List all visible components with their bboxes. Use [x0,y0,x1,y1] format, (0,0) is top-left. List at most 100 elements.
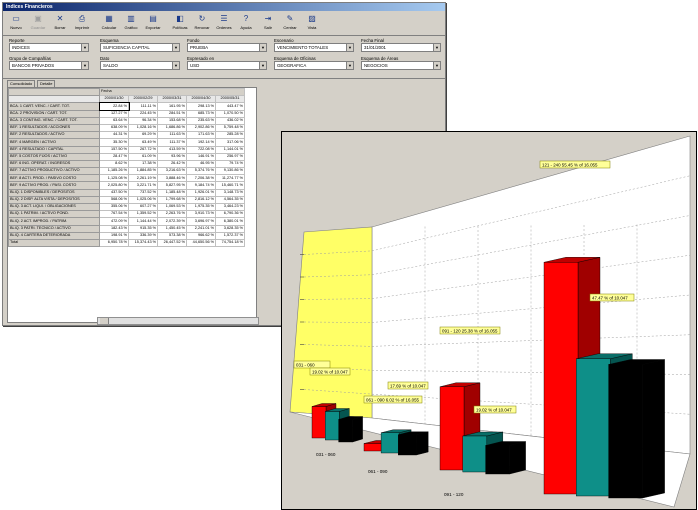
table-row[interactable]: BEF. 5 COSTOS FIJOS / ACTIVO 28.47 % 61.09… [8,152,245,161]
exportar-button[interactable]: ▤ Exportar [142,13,164,33]
calcular-button[interactable]: ▦ Calcular [98,13,120,33]
grid-cell[interactable]: 96.34 % [128,116,158,125]
renovar-button[interactable]: ↻ Renovar [191,13,213,33]
grid-cell[interactable]: 44.31 % [99,131,129,140]
borrar-button[interactable]: ✕ Borrar [49,13,71,33]
chevron-down-icon[interactable]: ▼ [172,44,179,51]
reporte-field[interactable]: Reporte INDICES ▼ [9,38,89,52]
grid-cell[interactable]: 111.11 % [128,102,158,111]
grid-row-label[interactable]: BEF. 4 MARGEN / ACTIVO [8,138,100,147]
esquema-area-field[interactable]: Esquema de Áreas NEGOCIOS ▼ [361,56,441,70]
expresado-field[interactable]: Expresado en USD ▼ [187,56,267,70]
grid-cell[interactable]: 1,686.86 % [157,123,187,133]
grid-cell[interactable]: 2,261.19 % [128,174,158,183]
grid-row-label[interactable]: BEF. 2 RESULTADOS / ACTIVO [8,131,100,140]
grid-cell[interactable]: 1,069.53 % [157,202,187,212]
grid-cell[interactable]: 146.91 % [186,152,216,161]
grid-row-label[interactable]: BLIQ. 1 DISPONIBLES / DEPOSITOS [8,188,100,197]
imprimir-button[interactable]: ⎙ Imprimir [71,13,93,33]
chevron-down-icon[interactable]: ▼ [433,62,440,69]
grupo-field[interactable]: Grupo de Compañías BANCOS PRIVADOS ▼ [9,56,89,70]
grid-cell[interactable]: 63.64 % [99,116,129,125]
table-row[interactable]: BEF. 8 ACTI. PROD. / PASIVO COSTO 1,125.0… [8,174,245,183]
grid-cell[interactable]: 111.37 % [157,138,187,147]
grid-cell[interactable]: 437.50 % [99,188,129,197]
grid-cell[interactable]: 26.42 % [157,159,187,169]
grid-cell[interactable]: 298.13 % [186,102,216,111]
grid-cell[interactable]: 3,148.73 % [215,188,245,197]
table-row[interactable]: BEF. 9 ACTIVO PROD. / PASI. COSTO 2,025.8… [8,181,245,190]
grid-column-header[interactable]: 2000/05/31 [215,95,245,104]
grid-cell[interactable]: 17.38 % [128,159,158,169]
table-row[interactable]: BEF. 1 RESULTADOS / ACCIONES 638.09 % 1,02… [8,123,245,133]
chevron-down-icon[interactable]: ▼ [259,44,266,51]
grid-cell[interactable]: 413.59 % [157,145,187,154]
grid-row-label[interactable]: BEF. 1 RESULTADOS / ACCIONES [8,123,100,133]
escenario-select[interactable]: VENCIMIENTO TOTALES ▼ [274,43,354,52]
grid-column-header[interactable]: 2000/02/29 [128,95,158,104]
grid-row-label[interactable]: BEF. 8 ACTI. PROD. / PASIVO COSTO [8,174,100,183]
grid-cell[interactable]: 607.27 % [128,202,158,212]
grid-cell[interactable]: 2,025.80 % [99,181,129,190]
grid-cell[interactable]: 4,564.35 % [215,195,245,205]
grid-column-header[interactable]: 2000/03/31 [157,95,187,104]
fecha-final-select[interactable]: 31/01/2001 ▼ [361,43,441,52]
grid-cell[interactable]: 93.96 % [157,152,187,161]
grid-cell[interactable]: 685.73 % [186,109,216,118]
grid-group-label[interactable]: Fecha [99,88,245,97]
grid-cell[interactable]: 355.06 % [99,202,129,212]
grid-column-header[interactable]: 2000/01/30 [99,95,129,104]
chevron-down-icon[interactable]: ▼ [81,62,88,69]
grid-cell[interactable]: 1,185.48 % [157,188,187,197]
ordenes-button[interactable]: ☰ Ordenes [213,13,235,33]
grid-cell[interactable]: 1,450.45 % [157,224,187,233]
grid-row-label[interactable]: BEF. 5 COSTOS FIJOS / ACTIVO [8,152,100,161]
horizontal-scrollbar[interactable] [97,317,259,325]
grid-row-label[interactable]: Total [8,238,100,248]
chevron-down-icon[interactable]: ▼ [81,44,88,51]
grid-cell[interactable]: 2,241.01 % [186,224,216,233]
table-row[interactable]: BLIQ. 1 DISPONIBLES / DEPOSITOS 437.50 % 7… [8,188,245,197]
chevron-down-icon[interactable]: ▼ [346,44,353,51]
grid-cell[interactable]: 2,816.12 % [186,195,216,205]
grid-cell[interactable]: 1,185.26 % [99,167,129,176]
grid-cell[interactable]: 6,380.01 % [215,217,245,226]
grid-cell[interactable]: 737.52 % [128,188,158,197]
table-row[interactable]: BCA. 3 CONTING. VENC. / CART. TOT. 63.64 … [8,116,245,125]
ayuda-button[interactable]: ? Ayuda [235,13,257,33]
grid-cell[interactable]: 722.08 % [186,145,216,154]
grid-cell[interactable]: 2,902.86 % [186,123,216,133]
grid-cell[interactable]: 22.84 % [98,101,130,112]
grid-cell[interactable]: 285.28 % [215,131,245,140]
grid-cell[interactable]: 317.06 % [215,138,245,147]
grid-cell[interactable]: 8.62 % [99,159,129,169]
esquema-field[interactable]: Esquema SUFICIENCIA CAPITAL ▼ [100,38,180,52]
grid-cell[interactable]: 3,628.35 % [215,224,245,233]
grid-row-label[interactable]: BLIQ. 4 CARTERA DETERIORADA [8,231,100,240]
grid-cell[interactable]: 11,274.77 % [215,174,245,183]
grid-cell[interactable]: 638.09 % [99,123,129,133]
table-row[interactable]: BEF. 6 ING. OPERAT. / INGRESOS 8.62 % 17.3… [8,159,245,169]
grid-cell[interactable]: 7,206.38 % [186,174,216,183]
grid-cell[interactable]: 5,827.95 % [157,181,187,190]
grupo-select[interactable]: BANCOS PRIVADOS ▼ [9,61,89,70]
grid-cell[interactable]: 1,070.50 % [215,109,245,118]
grid-cell[interactable]: 1,025.06 % [128,195,158,205]
grid-cell[interactable]: 1,884.85 % [128,167,158,176]
grid-cell[interactable]: 573.38 % [157,231,187,240]
vista-button[interactable]: ▨ Vista [301,13,323,33]
grid-cell[interactable]: 153.68 % [157,116,187,125]
grid-cell[interactable]: 3,464.23 % [215,202,245,212]
grid-cell[interactable]: 6,950.78 % [99,238,129,248]
grid-cell[interactable]: 6,790.36 % [215,210,245,219]
table-row[interactable]: BLIQ. 2 DISP. ALTA VISTA / DEPOSITOS 568.… [8,195,245,205]
grid-cell[interactable]: 15,374.43 % [128,238,158,248]
dato-field[interactable]: Dato SALDO ▼ [100,56,180,70]
grid-cell[interactable]: 3,910.73 % [186,210,216,219]
grid-cell[interactable]: 472.09 % [99,217,129,226]
grid-cell[interactable]: 2,263.76 % [157,210,187,219]
grid-cell[interactable]: 5,759.48 % [215,123,245,133]
esquema-oficina-field[interactable]: Esquema de Oficinas GEOGRAFICA ▼ [274,56,354,70]
grid-cell[interactable]: 26,447.52 % [157,238,187,248]
grid-cell[interactable]: 3,888.46 % [157,174,187,183]
